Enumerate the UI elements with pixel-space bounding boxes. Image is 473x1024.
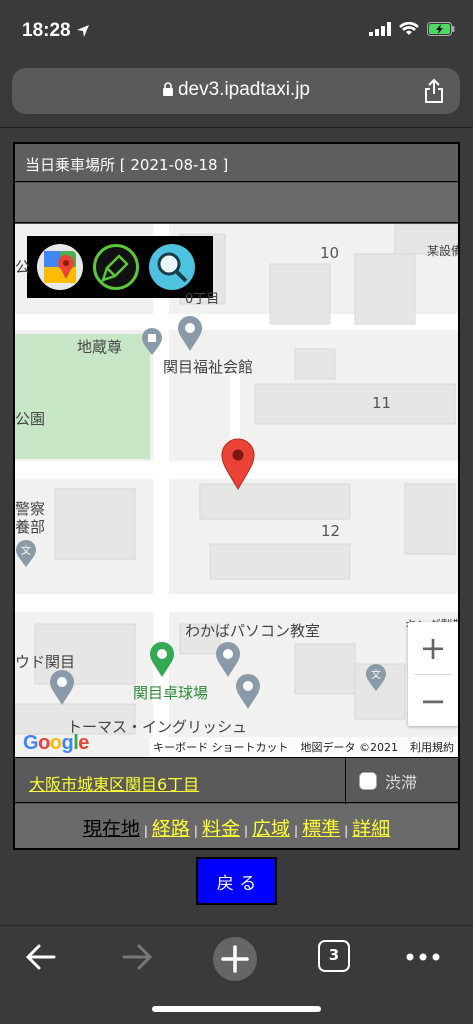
school-pin-icon: 文	[16, 540, 36, 567]
url-display[interactable]: dev3.ipadtaxi.jp	[12, 79, 460, 101]
map-label: ウド関目	[15, 653, 76, 671]
address-link[interactable]: 大阪市城東区関目6丁目	[29, 771, 199, 795]
google-maps-button[interactable]	[37, 244, 83, 290]
zoom-control: + −	[408, 622, 458, 726]
map-data-text: 地図データ ©2021	[300, 741, 399, 754]
traffic-toggle[interactable]: 渋滞	[359, 769, 417, 793]
new-tab-icon[interactable]	[212, 936, 258, 982]
map-label: 0丁目	[185, 292, 220, 307]
battery-icon	[427, 22, 455, 36]
panel-subheader	[15, 183, 458, 223]
signal-icon	[369, 22, 391, 36]
nav-separator: |	[143, 824, 148, 838]
map-label: 関目卓球場	[133, 684, 209, 702]
search-button[interactable]	[149, 244, 195, 290]
map-label: 関目福祉会館	[163, 358, 254, 376]
nav-fare[interactable]: 料金	[202, 818, 240, 840]
nav-separator: |	[344, 824, 349, 838]
status-bar: 18:28	[0, 0, 473, 62]
traffic-label: 渋滞	[385, 773, 418, 792]
nav-route[interactable]: 経路	[152, 818, 190, 840]
poi-pin-icon	[216, 642, 240, 677]
flashlight-button[interactable]	[93, 244, 139, 290]
nav-wide-area[interactable]: 広域	[252, 818, 290, 840]
map-label: 地蔵尊	[77, 338, 123, 356]
map-label: 公	[15, 258, 31, 276]
google-logo: Google	[23, 732, 89, 754]
map-attribution: キーボード ショートカット 地図データ ©2021 利用規約	[149, 737, 458, 757]
shrine-pin-icon	[142, 328, 162, 355]
svg-text:文: 文	[21, 544, 31, 557]
nav-separator: |	[193, 824, 198, 838]
back-button[interactable]: 戻 る	[196, 857, 277, 905]
location-arrow-icon	[77, 25, 89, 37]
url-text: dev3.ipadtaxi.jp	[177, 79, 311, 100]
map-label: トーマス・イングリッシュ	[67, 718, 248, 736]
zoom-in-button[interactable]: +	[408, 622, 458, 674]
home-indicator	[152, 1006, 321, 1012]
share-icon[interactable]	[424, 78, 444, 104]
block-number: 12	[321, 522, 341, 540]
lock-icon	[162, 82, 173, 96]
nav-current-location[interactable]: 現在地	[83, 818, 140, 840]
main-panel: 当日乗車場所 [ 2021-08-18 ] 10 11 12 某設備 0丁目 公…	[13, 142, 460, 850]
map-label: 公園	[15, 410, 46, 428]
map-label: 養部	[15, 518, 46, 536]
back-arrow-icon[interactable]	[24, 940, 58, 974]
forward-arrow-icon[interactable]	[120, 940, 154, 974]
school-pin-icon: 文	[366, 664, 386, 691]
google-maps-icon	[44, 251, 76, 283]
traffic-checkbox[interactable]	[359, 772, 377, 790]
poi-pin-icon	[236, 674, 260, 709]
park-pin-icon	[150, 642, 174, 677]
divider	[345, 758, 346, 804]
map-footer: Google キーボード ショートカット 地図データ ©2021 利用規約	[15, 732, 458, 757]
poi-pin-icon	[50, 670, 74, 705]
block-number: 10	[320, 244, 340, 262]
zoom-out-button[interactable]: −	[408, 675, 458, 727]
nav-row: 現在地 | 経路 | 料金 | 広域 | 標準 | 詳細	[15, 804, 458, 848]
flashlight-icon	[101, 254, 129, 282]
nav-standard[interactable]: 標準	[302, 818, 340, 840]
status-time: 18:28	[22, 20, 71, 41]
wifi-icon	[399, 22, 419, 35]
url-bar[interactable]: dev3.ipadtaxi.jp	[12, 68, 460, 114]
nav-detail[interactable]: 詳細	[352, 818, 390, 840]
map-view[interactable]: 10 11 12 某設備 0丁目 公 地蔵尊 関目福祉会館 公園 警察 養部 わ…	[15, 224, 458, 757]
poi-pin-icon	[178, 316, 202, 351]
divider	[0, 127, 473, 128]
panel-title: 当日乗車場所 [ 2021-08-18 ]	[15, 144, 458, 182]
more-icon[interactable]	[406, 952, 440, 962]
nav-separator: |	[243, 824, 249, 838]
address-row: 大阪市城東区関目6丁目 渋滞	[15, 757, 458, 804]
terms-link[interactable]: 利用規約	[410, 739, 454, 755]
nav-separator: |	[294, 824, 299, 838]
current-location-pin-icon[interactable]	[221, 438, 255, 490]
map-label: 某設備	[427, 244, 458, 258]
tabs-button[interactable]: 3	[318, 940, 350, 972]
keyboard-shortcuts-link[interactable]: キーボード ショートカット	[153, 739, 289, 755]
search-icon	[157, 252, 188, 283]
block-number: 11	[372, 394, 392, 412]
map-label: わかばパソコン教室	[185, 622, 321, 640]
svg-text:文: 文	[371, 668, 381, 681]
